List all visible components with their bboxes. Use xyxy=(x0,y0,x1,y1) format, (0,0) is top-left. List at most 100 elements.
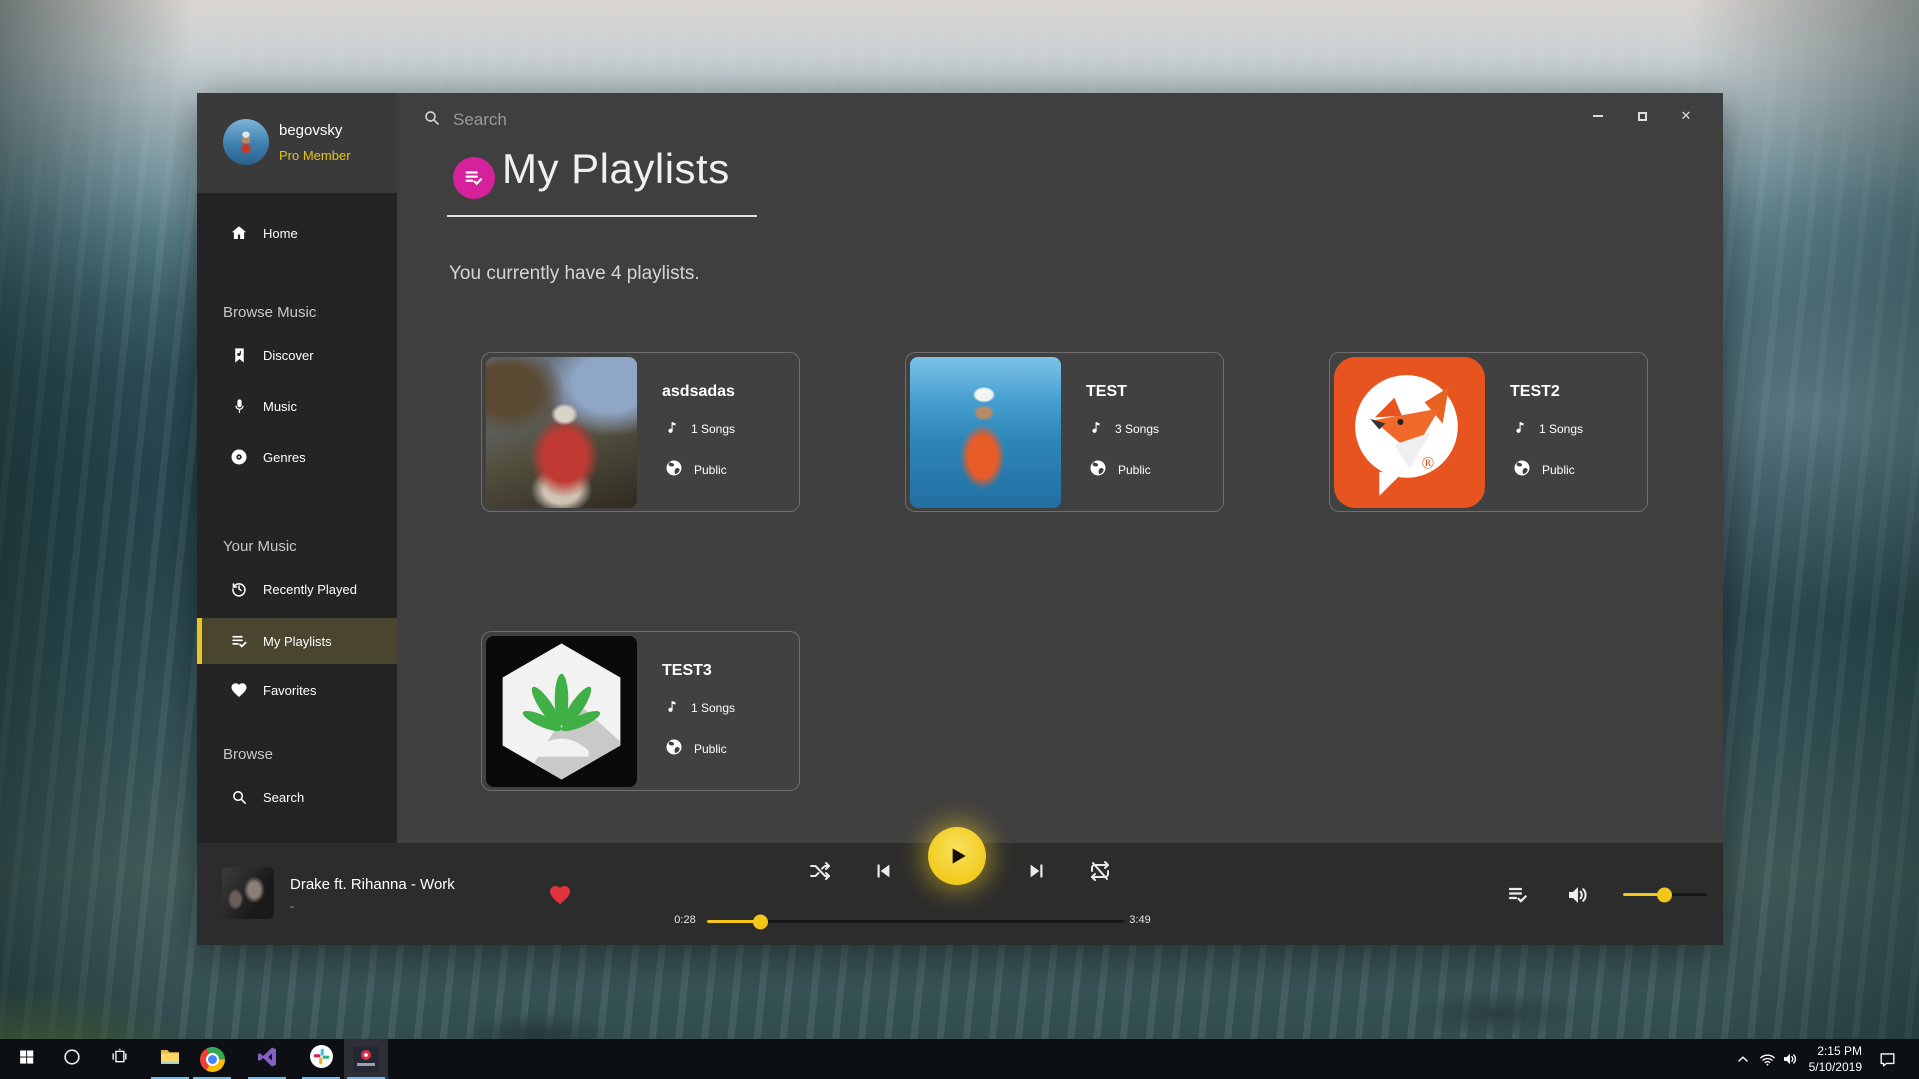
sidebar-item-music[interactable]: Music xyxy=(197,389,397,423)
volume-slider[interactable] xyxy=(1623,893,1707,896)
page-title: My Playlists xyxy=(502,145,730,193)
microphone-icon xyxy=(229,396,249,416)
music-app-window: begovsky Pro Member Home Browse Music Di… xyxy=(197,93,1723,945)
section-your-music: Your Music xyxy=(223,538,297,555)
playlist-card[interactable]: asdsadas 1 Songs Public xyxy=(481,352,800,512)
player-bar: Drake ft. Rihanna - Work - 0:28 xyxy=(197,843,1723,945)
sidebar-item-genres[interactable]: Genres xyxy=(197,440,397,474)
search-input[interactable] xyxy=(453,110,853,130)
sidebar-item-label: My Playlists xyxy=(263,634,332,649)
progress-thumb[interactable] xyxy=(753,914,768,929)
now-playing-artwork[interactable] xyxy=(222,867,274,919)
globe-icon xyxy=(665,738,683,759)
sidebar-item-label: Genres xyxy=(263,450,306,465)
search-icon xyxy=(423,109,441,132)
playlist-name: TEST3 xyxy=(662,662,712,680)
playlist-song-count: 1 Songs xyxy=(691,422,735,436)
slack-button[interactable] xyxy=(299,1039,343,1079)
previous-button[interactable] xyxy=(870,858,896,884)
now-playing-title: Drake ft. Rihanna - Work xyxy=(290,876,455,893)
tray-chevron-icon[interactable] xyxy=(1732,1049,1754,1069)
playlist-cover-image xyxy=(486,357,637,508)
shuffle-button[interactable] xyxy=(807,858,833,884)
playlist-cover-image xyxy=(910,357,1061,508)
visual-studio-button[interactable] xyxy=(245,1039,289,1079)
wifi-icon[interactable] xyxy=(1756,1049,1778,1069)
action-center-icon[interactable] xyxy=(1876,1049,1898,1069)
playlist-song-count: 1 Songs xyxy=(691,701,735,715)
sidebar-item-recently-played[interactable]: Recently Played xyxy=(197,572,397,606)
progress-fill xyxy=(707,920,761,923)
elapsed-time: 0:28 xyxy=(663,914,707,926)
volume-icon[interactable] xyxy=(1565,883,1589,907)
windows-logo-icon xyxy=(18,1048,35,1070)
slack-icon xyxy=(309,1044,334,1074)
music-note-icon xyxy=(1089,419,1104,439)
playlist-song-count: 3 Songs xyxy=(1115,422,1159,436)
file-explorer-button[interactable] xyxy=(148,1039,192,1079)
playlist-visibility: Public xyxy=(1542,463,1575,477)
play-button[interactable] xyxy=(928,827,986,885)
playlist-check-icon xyxy=(229,631,249,651)
volume-thumb[interactable] xyxy=(1657,887,1672,902)
clock-date: 5/10/2019 xyxy=(1798,1059,1862,1075)
search-icon xyxy=(229,787,249,807)
clock-time: 2:15 PM xyxy=(1798,1043,1862,1059)
playlist-card[interactable]: ® TEST2 1 Songs Public xyxy=(1329,352,1648,512)
record-icon xyxy=(229,447,249,467)
playlist-name: TEST xyxy=(1086,383,1127,401)
search-bar[interactable] xyxy=(423,105,1023,135)
progress-slider[interactable] xyxy=(707,920,1125,923)
music-app-taskbar-button[interactable] xyxy=(344,1039,388,1079)
sidebar-item-my-playlists[interactable]: My Playlists xyxy=(197,618,397,664)
sidebar-item-label: Music xyxy=(263,399,297,414)
repeat-off-button[interactable] xyxy=(1087,858,1113,884)
queue-icon[interactable] xyxy=(1506,883,1530,907)
sidebar-item-favorites[interactable]: Favorites xyxy=(197,673,397,707)
sidebar-item-home[interactable]: Home xyxy=(197,216,397,250)
playlist-cover-image: ® xyxy=(1334,357,1485,508)
user-profile[interactable]: begovsky Pro Member xyxy=(197,93,397,193)
close-button[interactable]: ✕ xyxy=(1671,105,1701,127)
task-view-button[interactable] xyxy=(97,1039,141,1079)
sidebar-item-label: Home xyxy=(263,226,298,241)
playlist-card[interactable]: TEST3 1 Songs Public xyxy=(481,631,800,791)
volume-fill xyxy=(1623,893,1665,896)
sidebar-item-search[interactable]: Search xyxy=(197,780,397,814)
bookmark-music-icon xyxy=(229,345,249,365)
playlist-visibility: Public xyxy=(1118,463,1151,477)
favorite-heart-button[interactable] xyxy=(548,883,572,907)
next-button[interactable] xyxy=(1024,858,1050,884)
total-time: 3:49 xyxy=(1118,914,1162,926)
svg-text:®: ® xyxy=(1422,454,1435,473)
maximize-button[interactable] xyxy=(1627,105,1657,127)
sidebar-item-discover[interactable]: Discover xyxy=(197,338,397,372)
start-button[interactable] xyxy=(4,1039,48,1079)
window-controls: ✕ xyxy=(1583,105,1701,127)
heart-icon xyxy=(229,680,249,700)
windows-taskbar: 2:15 PM 5/10/2019 xyxy=(0,1039,1919,1079)
playlist-name: asdsadas xyxy=(662,383,735,401)
home-icon xyxy=(229,223,249,243)
sidebar-item-label: Favorites xyxy=(263,683,316,698)
music-note-icon xyxy=(1513,419,1528,439)
minimize-button[interactable] xyxy=(1583,105,1613,127)
globe-icon xyxy=(1513,459,1531,480)
taskbar-clock[interactable]: 2:15 PM 5/10/2019 xyxy=(1798,1043,1862,1075)
playlist-card[interactable]: TEST 3 Songs Public xyxy=(905,352,1224,512)
avatar[interactable] xyxy=(223,119,269,165)
globe-icon xyxy=(665,459,683,480)
playlist-visibility: Public xyxy=(694,742,727,756)
file-explorer-icon xyxy=(158,1045,182,1074)
section-browse: Browse xyxy=(223,746,273,763)
chrome-button[interactable] xyxy=(190,1039,234,1079)
playlist-song-count: 1 Songs xyxy=(1539,422,1583,436)
membership-badge: Pro Member xyxy=(279,148,351,163)
globe-icon xyxy=(1089,459,1107,480)
playlist-visibility: Public xyxy=(694,463,727,477)
music-note-icon xyxy=(665,698,680,718)
cortana-button[interactable] xyxy=(50,1039,94,1079)
music-app-icon xyxy=(353,1046,379,1072)
playlist-badge-icon xyxy=(453,157,495,199)
sidebar-item-label: Search xyxy=(263,790,304,805)
